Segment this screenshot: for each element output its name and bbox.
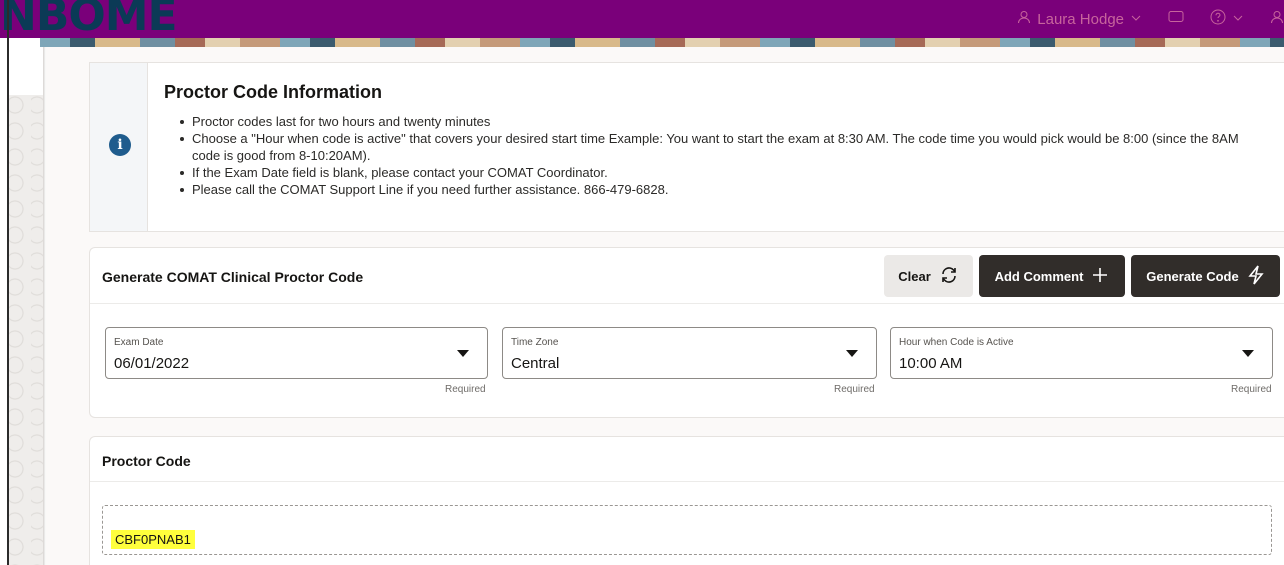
lightning-icon — [1247, 265, 1265, 288]
proctor-code-card: Proctor Code CBF0PNAB1 — [89, 436, 1284, 565]
add-comment-button[interactable]: Add Comment — [979, 255, 1125, 297]
user-icon — [1017, 10, 1031, 28]
user-icon[interactable] — [1270, 10, 1284, 28]
info-title: Proctor Code Information — [164, 82, 383, 102]
chevron-down-icon[interactable] — [1130, 11, 1142, 28]
nbome-logo[interactable]: NBOME — [0, 0, 178, 38]
info-bullet: Proctor codes last for two hours and twe… — [180, 113, 1270, 130]
exam-date-select[interactable]: Exam Date 06/01/2022 — [105, 327, 488, 379]
clear-button[interactable]: Clear — [884, 255, 973, 297]
dropdown-caret-icon[interactable] — [846, 350, 858, 357]
help-icon[interactable] — [1210, 9, 1226, 29]
info-bullet: Choose a "Hour when code is active" that… — [180, 130, 1270, 164]
hour-active-label: Hour when Code is Active — [899, 337, 1014, 348]
chat-icon[interactable] — [1168, 10, 1184, 28]
generate-card-title: Generate COMAT Clinical Proctor Code — [102, 269, 364, 285]
clear-button-label: Clear — [898, 268, 931, 284]
header-decoration — [0, 38, 1284, 47]
user-name[interactable]: Laura Hodge — [1037, 11, 1124, 28]
add-comment-label: Add Comment — [994, 268, 1084, 284]
generate-code-label: Generate Code — [1146, 268, 1239, 284]
proctor-code-value[interactable]: CBF0PNAB1 — [111, 530, 195, 549]
info-icon-column: i — [90, 63, 148, 231]
app-header: NBOME Laura Hodge — [0, 0, 1284, 38]
user-menu[interactable]: Laura Hodge — [1017, 8, 1284, 30]
time-zone-value: Central — [511, 355, 560, 372]
side-texture — [9, 95, 43, 565]
info-icon: i — [109, 134, 131, 156]
hour-active-required: Required — [1231, 384, 1272, 395]
time-zone-required: Required — [834, 384, 875, 395]
info-bullet-list: Proctor codes last for two hours and twe… — [180, 113, 1270, 198]
dropdown-caret-icon[interactable] — [1242, 350, 1254, 357]
plus-icon — [1091, 266, 1109, 287]
time-zone-label: Time Zone — [511, 337, 559, 348]
proctor-code-box[interactable]: CBF0PNAB1 — [102, 505, 1272, 555]
chevron-down-icon[interactable] — [1232, 11, 1244, 28]
info-bullet: Please call the COMAT Support Line if yo… — [180, 181, 1270, 198]
proctor-code-title: Proctor Code — [102, 453, 191, 469]
dropdown-caret-icon[interactable] — [457, 350, 469, 357]
generate-code-button[interactable]: Generate Code — [1131, 255, 1280, 297]
info-bullet: If the Exam Date field is blank, please … — [180, 164, 1270, 181]
hour-active-value: 10:00 AM — [899, 355, 963, 372]
exam-date-required: Required — [445, 384, 486, 395]
proctor-info-card: i Proctor Code Information Proctor codes… — [89, 62, 1284, 232]
hour-active-select[interactable]: Hour when Code is Active 10:00 AM — [890, 327, 1273, 379]
window-edge — [7, 0, 9, 565]
generate-card-header: Generate COMAT Clinical Proctor Code Cle… — [90, 248, 1284, 304]
refresh-icon — [939, 265, 959, 288]
generate-code-card: Generate COMAT Clinical Proctor Code Cle… — [89, 247, 1284, 418]
exam-date-value: 06/01/2022 — [114, 355, 190, 372]
proctor-code-header: Proctor Code — [90, 437, 1284, 482]
exam-date-label: Exam Date — [114, 337, 164, 348]
time-zone-select[interactable]: Time Zone Central — [502, 327, 877, 379]
